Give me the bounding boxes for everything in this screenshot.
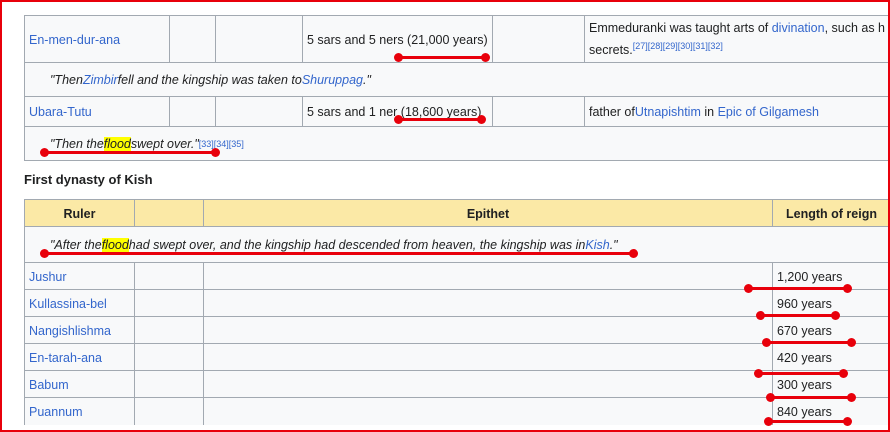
quote-text: fell and the kingship was taken to — [117, 72, 302, 87]
annotation-underline — [394, 115, 486, 124]
empty-cell — [134, 263, 203, 290]
ruler-cell: Jushur — [24, 263, 134, 290]
ruler-link[interactable]: Kullassina-bel — [29, 297, 107, 311]
length-header[interactable]: Length of reign — [772, 200, 890, 227]
quote-text: ." — [362, 72, 371, 87]
table-row: En-tarah-ana 420 years — [24, 343, 890, 371]
empty-cell — [492, 97, 584, 127]
divination-link[interactable]: divination — [772, 21, 825, 35]
highlighted-word: flood — [103, 136, 131, 151]
quote-row: "Then Zimbir fell and the kingship was t… — [24, 62, 890, 96]
quote-text: ." — [609, 237, 618, 252]
ruler-cell: Babum — [24, 371, 134, 398]
notes-text: Emmeduranki was taught arts of — [589, 21, 772, 36]
ruler-link[interactable]: Ubara-Tutu — [29, 105, 92, 119]
length-cell: 420 years — [772, 344, 890, 371]
ruler-cell: En-men-dur-ana — [24, 16, 169, 63]
annotation-underline — [394, 53, 490, 62]
reign-length: 840 years — [777, 404, 832, 419]
notes-text: in — [700, 105, 718, 119]
zimbir-link[interactable]: Zimbir — [83, 73, 118, 87]
empty-cell — [492, 16, 584, 63]
epithet-cell — [203, 398, 772, 425]
reign-length: 5 sars and 5 ners (21,000 years) — [307, 32, 488, 47]
empty-cell — [215, 16, 302, 63]
notes-cell: Emmeduranki was taught arts of divinatio… — [584, 16, 890, 63]
length-cell: 1,200 years — [772, 263, 890, 290]
quote-row: "After the flood had swept over, and the… — [24, 226, 890, 262]
notes-text: secrets. — [589, 43, 633, 58]
annotation-underline — [40, 249, 638, 258]
epithet-cell — [203, 344, 772, 371]
ruler-cell: En-tarah-ana — [24, 344, 134, 371]
annotation-underline — [762, 338, 856, 347]
utnapishtim-link[interactable]: Utnapishtim — [635, 105, 701, 119]
ruler-cell: Nangishlishma — [24, 317, 134, 344]
annotation-underline — [40, 148, 220, 157]
reference-links[interactable]: [27][28][29][30][31][32] — [633, 41, 723, 51]
quote-text: "Then the — [50, 136, 104, 151]
ruler-link[interactable]: En-men-dur-ana — [29, 33, 120, 47]
empty-header — [134, 200, 203, 227]
empty-cell — [134, 371, 203, 398]
ruler-link[interactable]: Jushur — [29, 270, 67, 284]
table-row: Ubara-Tutu 5 sars and 1 ner (18,600 year… — [24, 96, 890, 127]
epithet-header[interactable]: Epithet — [203, 200, 772, 227]
epithet-cell — [203, 263, 772, 290]
annotation-underline — [744, 284, 852, 293]
quote-text: "After the — [50, 237, 102, 252]
section-heading: First dynasty of Kish — [24, 172, 153, 187]
quote-text: had swept over, and the kingship had des… — [128, 237, 586, 252]
table-row: Nangishlishma 670 years — [24, 316, 890, 344]
ruler-link[interactable]: En-tarah-ana — [29, 351, 102, 365]
reference-links[interactable]: [33][34][35] — [199, 139, 244, 149]
ruler-link[interactable]: Nangishlishma — [29, 324, 111, 338]
empty-cell — [134, 290, 203, 317]
annotation-underline — [754, 369, 848, 378]
table-row: Jushur 1,200 years — [24, 262, 890, 290]
empty-cell — [134, 317, 203, 344]
epithet-cell — [203, 290, 772, 317]
reign-length: 300 years — [777, 377, 832, 392]
ruler-cell: Kullassina-bel — [24, 290, 134, 317]
quote-text: "Then — [50, 72, 83, 87]
ruler-cell: Puannum — [24, 398, 134, 425]
annotation-underline — [756, 311, 840, 320]
empty-cell — [169, 16, 215, 63]
notes-text: father of — [589, 105, 635, 119]
ruler-link[interactable]: Babum — [29, 378, 69, 392]
reign-length: 1,200 years — [777, 269, 843, 284]
reign-length: 960 years — [777, 296, 832, 311]
empty-cell — [169, 97, 215, 127]
reign-length: 420 years — [777, 350, 832, 365]
length-cell: 300 years — [772, 371, 890, 398]
length-cell: 670 years — [772, 317, 890, 344]
notes-text: , such as h — [824, 21, 886, 36]
gilgamesh-link[interactable]: Epic of Gilgamesh — [718, 105, 819, 119]
epithet-cell — [203, 317, 772, 344]
shuruppag-link[interactable]: Shuruppag — [302, 73, 363, 87]
empty-cell — [134, 344, 203, 371]
ruler-link[interactable]: Puannum — [29, 405, 83, 419]
reign-length: 670 years — [777, 323, 832, 338]
kish-link[interactable]: Kish — [585, 238, 609, 252]
empty-cell — [215, 97, 302, 127]
annotation-underline — [764, 417, 852, 426]
ruler-cell: Ubara-Tutu — [24, 97, 169, 127]
quote-text: swept over." — [130, 136, 199, 151]
quote-row: "Then the flood swept over." [33][34][35] — [24, 126, 890, 161]
notes-cell: father of Utnapishtim in Epic of Gilgame… — [584, 97, 890, 127]
annotation-underline — [766, 393, 856, 402]
table-header-row: Ruler Epithet Length of reign — [24, 199, 890, 227]
table-row: Puannum 840 years — [24, 397, 890, 425]
ruler-header[interactable]: Ruler — [24, 200, 134, 227]
epithet-cell — [203, 371, 772, 398]
highlighted-word: flood — [101, 237, 129, 252]
empty-cell — [134, 398, 203, 425]
